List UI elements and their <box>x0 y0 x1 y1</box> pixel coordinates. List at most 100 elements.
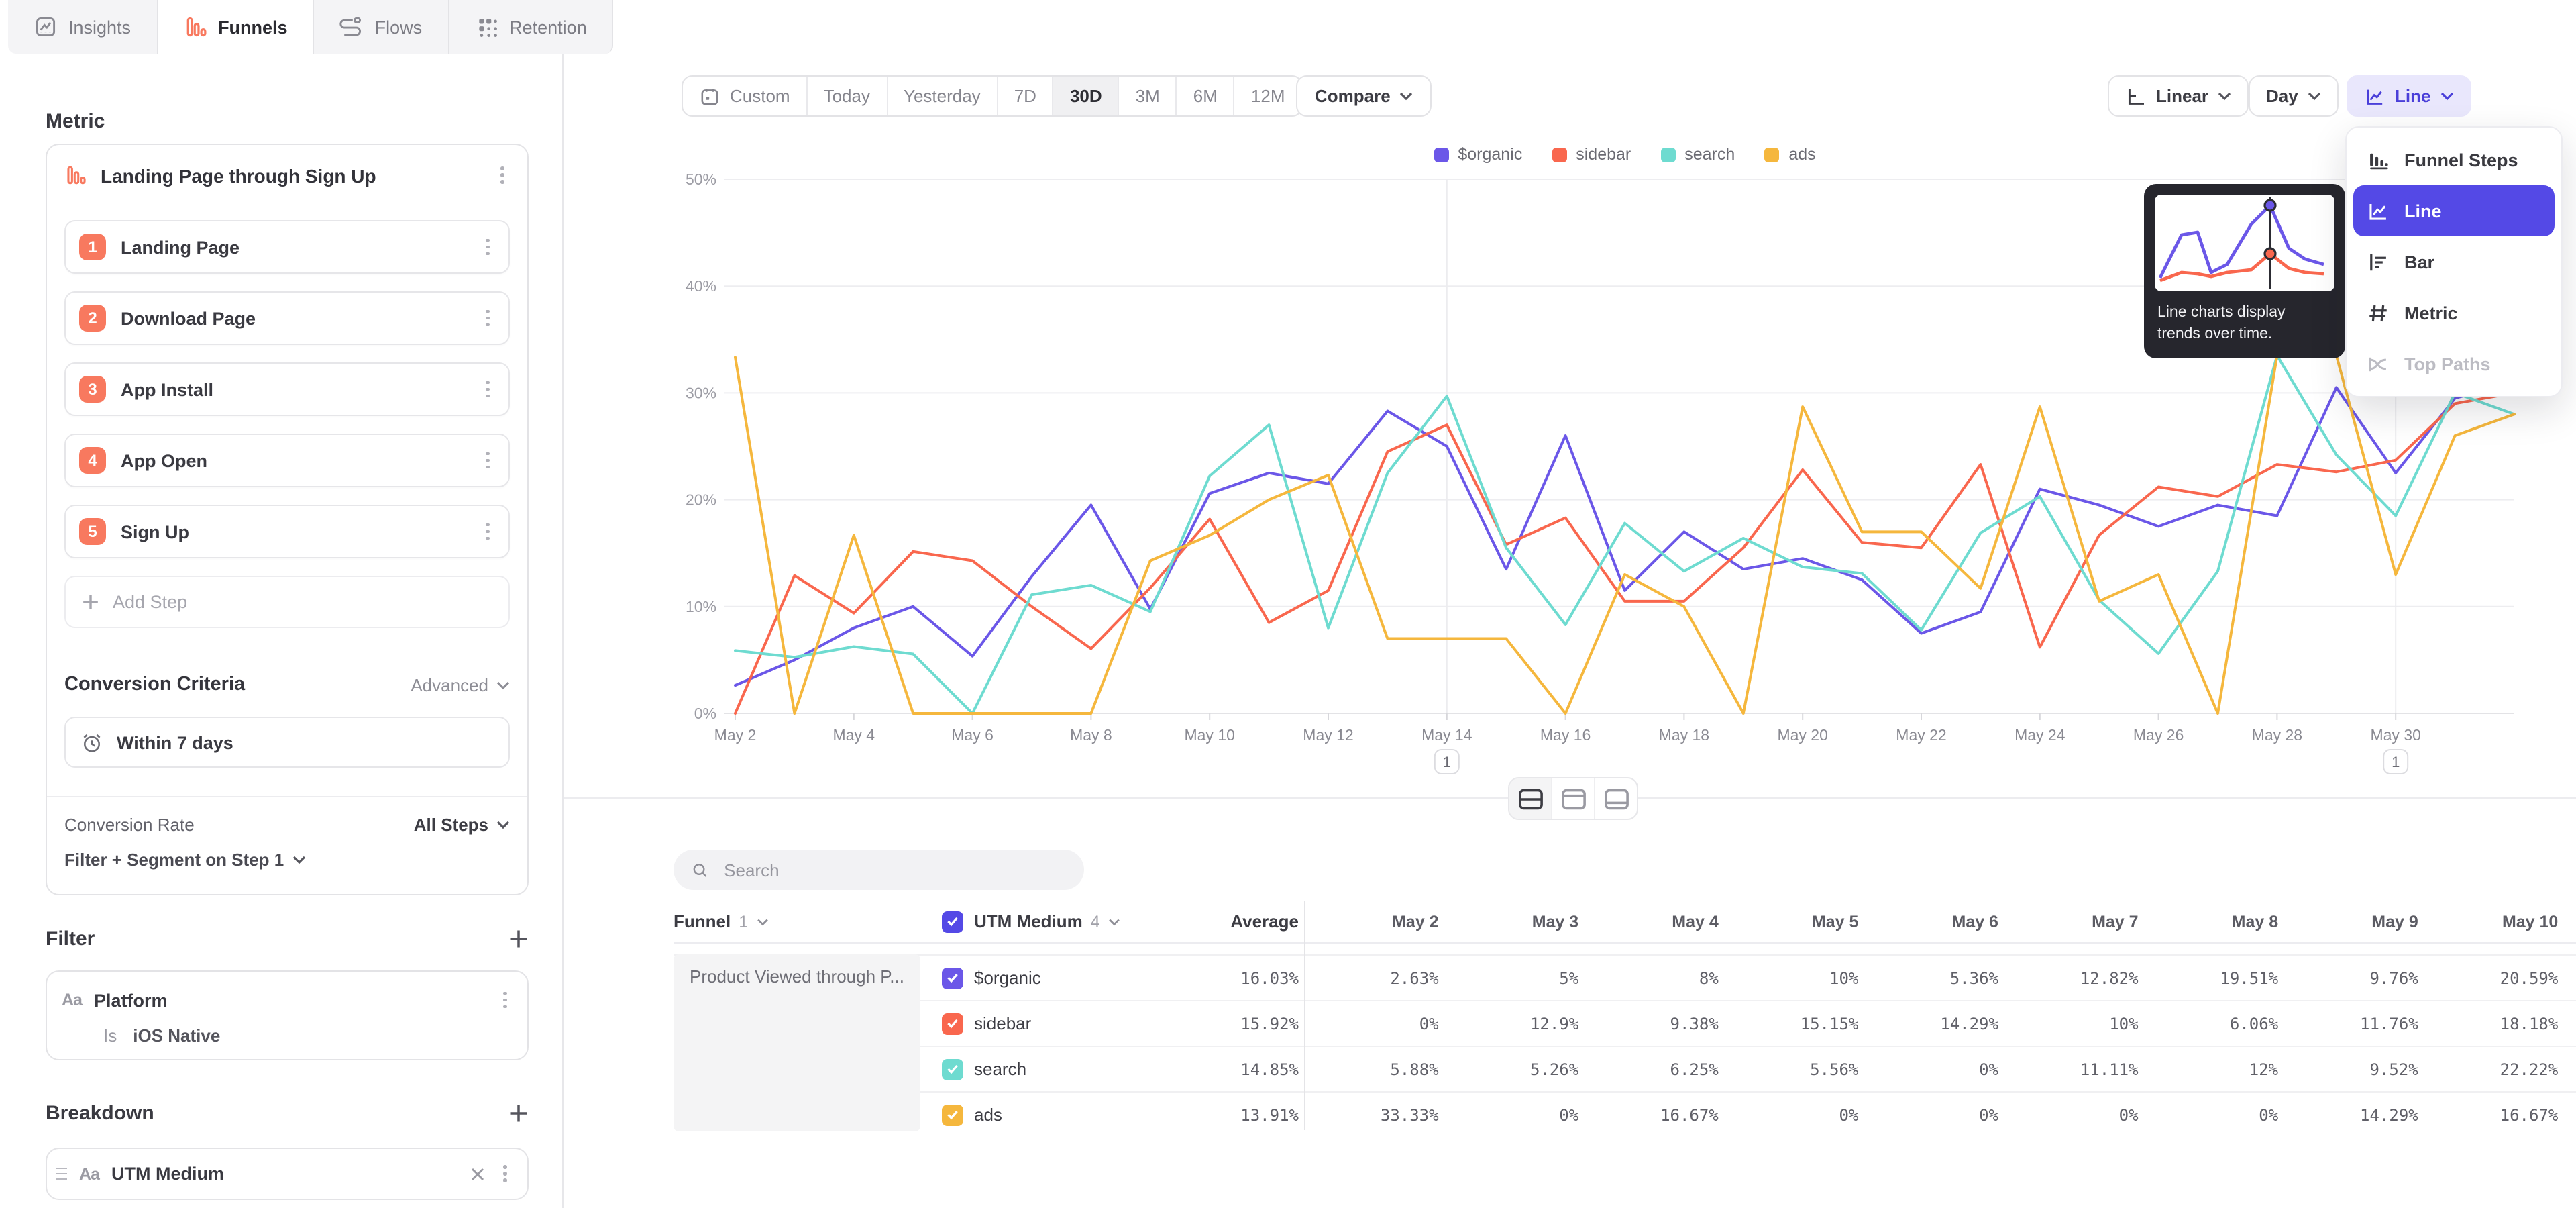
retention-icon <box>474 15 498 39</box>
metric-kebab-menu[interactable] <box>496 164 510 187</box>
date-column-header[interactable]: May 10 <box>2418 912 2559 931</box>
top-paths-icon <box>2367 352 2390 375</box>
step-label: Download Page <box>121 308 466 328</box>
tab-flows[interactable]: Flows <box>315 0 449 54</box>
bar-icon <box>2367 250 2390 273</box>
close-icon <box>470 1166 486 1182</box>
x-axis-tick: May 20 <box>1777 726 1827 744</box>
menu-item-label: Metric <box>2404 303 2458 323</box>
add-filter-button[interactable] <box>508 929 529 949</box>
metric-section-heading: Metric <box>46 110 529 133</box>
plus-icon <box>508 1103 529 1123</box>
series-checkbox[interactable] <box>942 1058 963 1080</box>
date-column-header[interactable]: May 6 <box>1858 912 1998 931</box>
series-checkbox[interactable] <box>942 967 963 989</box>
cell-value: 0% <box>1858 1105 1998 1124</box>
funnel-step-2[interactable]: 2Download Page <box>64 291 510 345</box>
step-label: Sign Up <box>121 521 466 542</box>
step-label: Landing Page <box>121 237 466 257</box>
date-column-header[interactable]: May 7 <box>1998 912 2139 931</box>
menu-item-label: Top Paths <box>2404 354 2491 374</box>
tab-retention[interactable]: Retention <box>449 0 614 54</box>
step-kebab-menu[interactable] <box>481 307 495 330</box>
conversion-window-label: Within 7 days <box>117 732 233 752</box>
filter-kebab-menu[interactable] <box>498 989 513 1011</box>
date-column-header[interactable]: May 9 <box>2278 912 2418 931</box>
search-input[interactable] <box>721 858 1067 881</box>
remove-breakdown-button[interactable] <box>470 1166 486 1182</box>
x-axis-tick: May 30 <box>2370 726 2420 744</box>
layout-split-button[interactable] <box>1509 778 1551 819</box>
layout-chart-button[interactable] <box>1551 778 1594 819</box>
filter-value[interactable]: iOS Native <box>133 1025 220 1046</box>
tab-insights[interactable]: Insights <box>8 0 158 54</box>
line-icon <box>2367 199 2390 222</box>
funnel-step-3[interactable]: 3App Install <box>64 362 510 416</box>
layout-table-button[interactable] <box>1594 778 1637 819</box>
menu-item-label: Bar <box>2404 252 2434 272</box>
date-column-header[interactable]: May 8 <box>2139 912 2279 931</box>
tab-funnels[interactable]: Funnels <box>158 0 315 54</box>
funnel-step-5[interactable]: 5Sign Up <box>64 505 510 558</box>
x-axis-tick: May 4 <box>833 726 875 744</box>
table-row-ads: ads13.91%33.33%0%16.67%0%0%0%0%14.29%16.… <box>674 1091 2576 1137</box>
date-column-header[interactable]: May 3 <box>1439 912 1579 931</box>
date-column-header[interactable]: May 4 <box>1578 912 1719 931</box>
series-name: search <box>974 1059 1026 1079</box>
step-kebab-menu[interactable] <box>481 236 495 258</box>
menu-item-metric[interactable]: Metric <box>2353 287 2555 338</box>
filter-property[interactable]: Platform <box>94 990 486 1010</box>
cell-value: 10% <box>1719 968 1859 987</box>
filter-card: Aa Platform Is iOS Native <box>46 970 529 1060</box>
funnel-col-count: 1 <box>739 912 748 931</box>
breakdown-property[interactable]: UTM Medium <box>111 1164 458 1184</box>
series-name: sidebar <box>974 1013 1031 1034</box>
funnel-group-cell[interactable]: Product Viewed through P... <box>674 954 920 1131</box>
funnel-column-header[interactable]: Funnel 1 <box>674 911 942 932</box>
cell-value: 10% <box>1998 1014 2139 1033</box>
date-column-header[interactable]: May 2 <box>1299 912 1439 931</box>
chevron-down-icon <box>496 820 510 829</box>
breakdown-table: Funnel 1 UTM Medium 4 Average May 2 <box>674 901 2576 1137</box>
filter-operator[interactable]: Is <box>103 1025 117 1046</box>
app-window: Insights Funnels Flows Retention Metric <box>0 0 2576 1208</box>
average-value: 13.91% <box>1157 1105 1299 1124</box>
menu-item-funnel-steps[interactable]: Funnel Steps <box>2353 134 2555 185</box>
drag-handle-icon[interactable] <box>56 1168 67 1180</box>
y-axis-tick: 50% <box>686 170 716 188</box>
cell-value: 12.82% <box>1998 968 2139 987</box>
line-chart-preview <box>2155 195 2334 291</box>
step-label: App Open <box>121 450 466 470</box>
check-icon <box>946 915 959 927</box>
add-step-button[interactable]: Add Step <box>64 576 510 628</box>
add-breakdown-button[interactable] <box>508 1103 529 1123</box>
report-canvas: CustomTodayYesterday7D30D3M6M12M Compare… <box>564 0 2576 1208</box>
select-all-checkbox[interactable] <box>942 911 963 932</box>
breakdown-col-count: 4 <box>1091 912 1100 931</box>
series-checkbox[interactable] <box>942 1013 963 1034</box>
average-column-header[interactable]: Average <box>1157 911 1299 932</box>
advanced-dropdown[interactable]: Advanced <box>411 674 510 695</box>
cell-value: 0% <box>2139 1105 2279 1124</box>
report-tabs: Insights Funnels Flows Retention <box>8 0 614 54</box>
all-steps-dropdown[interactable]: All Steps <box>414 815 510 835</box>
series-checkbox[interactable] <box>942 1104 963 1125</box>
filter-segment-dropdown[interactable]: Filter + Segment on Step 1 <box>64 850 510 870</box>
step-kebab-menu[interactable] <box>481 378 495 401</box>
breakdown-column-header[interactable]: UTM Medium 4 <box>942 911 1157 932</box>
cell-value: 8% <box>1578 968 1719 987</box>
table-search <box>674 850 1084 890</box>
cell-value: 2.63% <box>1299 968 1439 987</box>
funnel-step-1[interactable]: 1Landing Page <box>64 220 510 274</box>
conversion-window-button[interactable]: Within 7 days <box>64 717 510 768</box>
menu-item-bar[interactable]: Bar <box>2353 236 2555 287</box>
tab-label: Funnels <box>218 17 288 37</box>
date-column-header[interactable]: May 5 <box>1719 912 1859 931</box>
y-axis-tick: 30% <box>686 384 716 401</box>
step-kebab-menu[interactable] <box>481 520 495 543</box>
funnel-step-4[interactable]: 4App Open <box>64 434 510 487</box>
menu-item-line[interactable]: Line <box>2353 185 2555 236</box>
step-kebab-menu[interactable] <box>481 449 495 472</box>
breakdown-kebab-menu[interactable] <box>498 1162 513 1185</box>
x-axis-tick: May 24 <box>2015 726 2065 744</box>
